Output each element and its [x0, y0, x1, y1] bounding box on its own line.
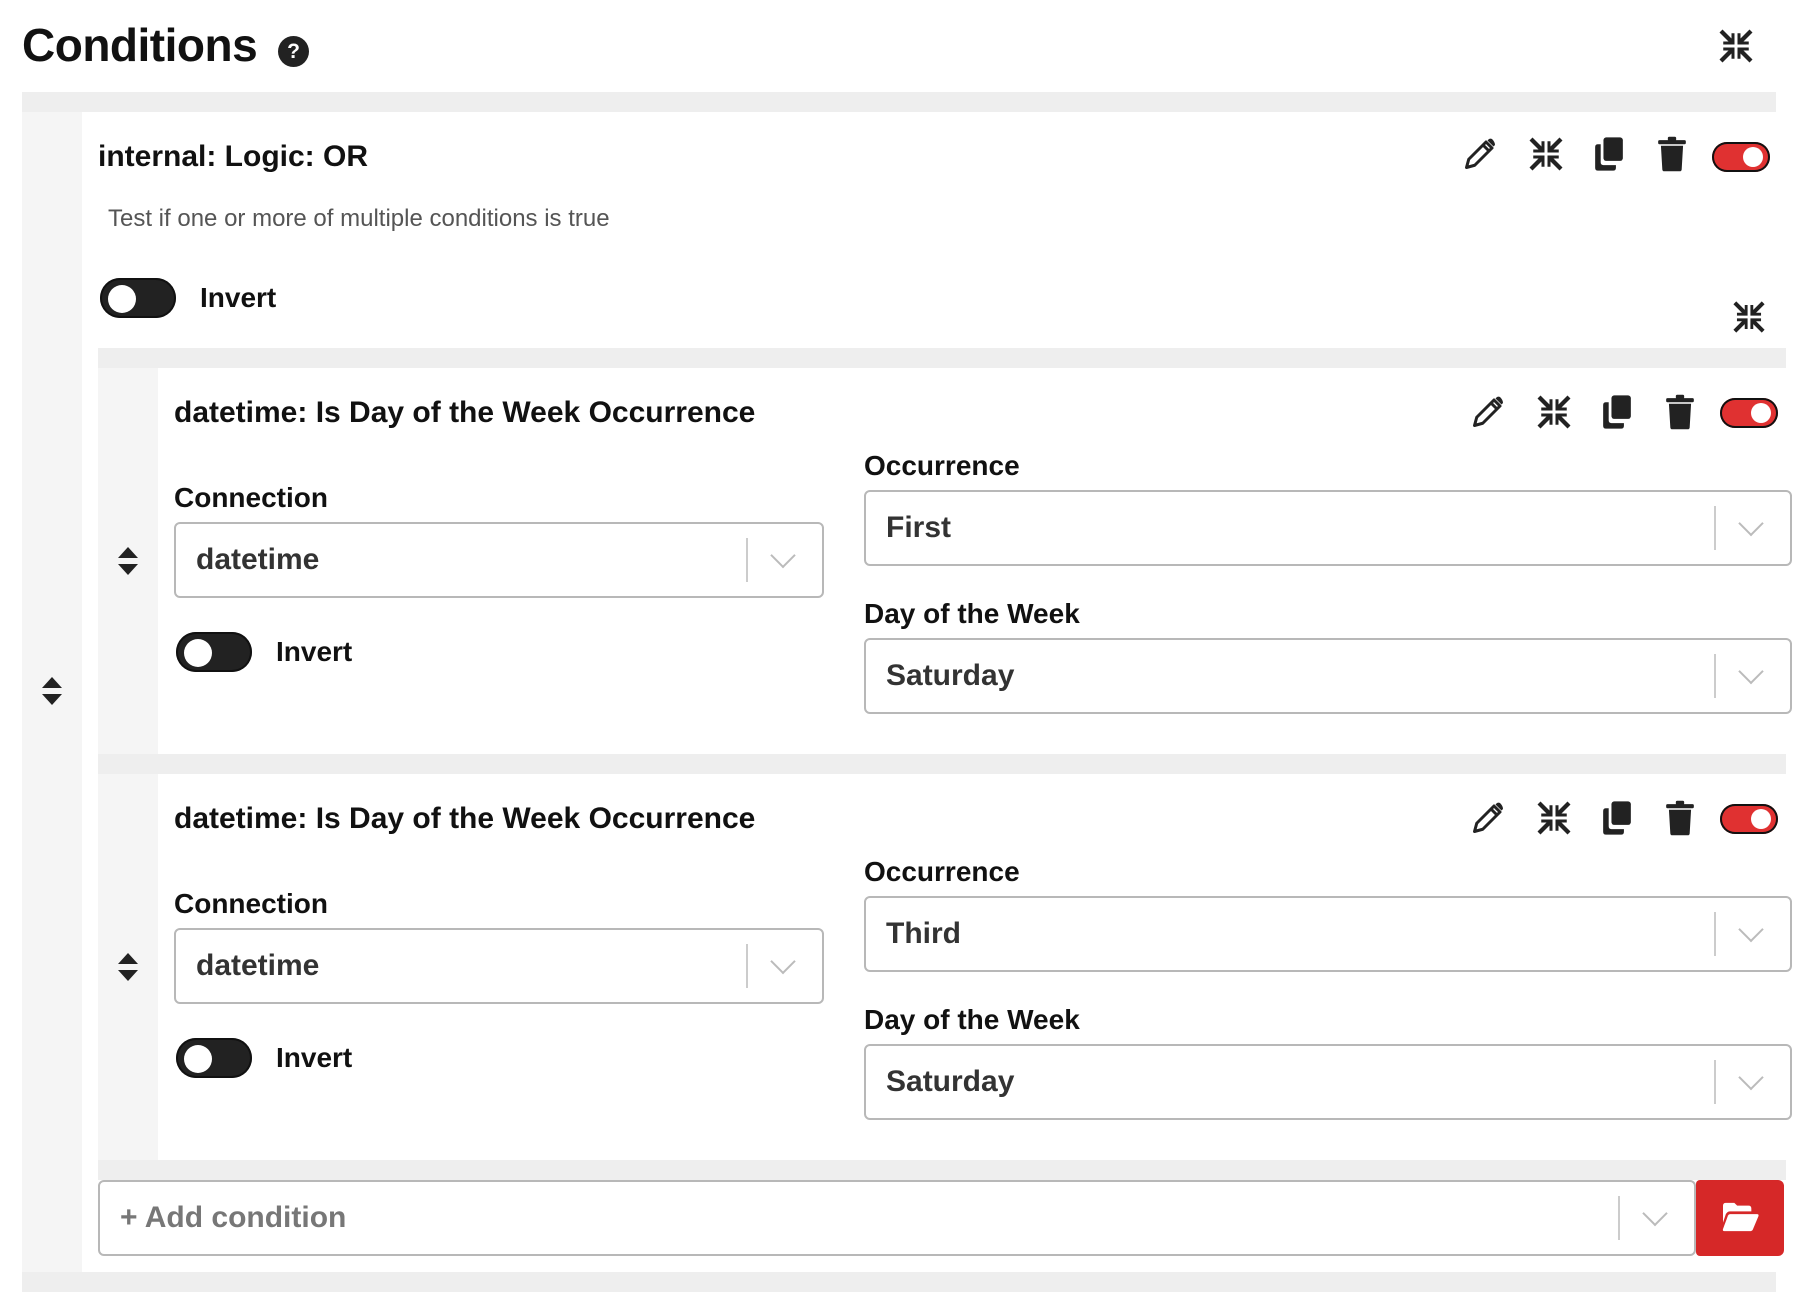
connection-label: Connection	[174, 888, 328, 919]
help-icon[interactable]: ?	[278, 36, 309, 67]
drag-handle-icon[interactable]	[116, 546, 140, 576]
chevron-down-icon[interactable]	[1738, 658, 1764, 685]
logic-invert-toggle[interactable]	[100, 278, 176, 318]
day-of-week-value: Saturday	[886, 659, 1015, 692]
select-separator	[1714, 654, 1716, 698]
add-condition-placeholder: + Add condition	[120, 1201, 347, 1234]
collapse-icon[interactable]	[1536, 394, 1572, 430]
select-separator	[1714, 1060, 1716, 1104]
day-of-week-select[interactable]: Saturday	[864, 1044, 1792, 1120]
condition-invert-label: Invert	[276, 1042, 353, 1073]
collapse-icon[interactable]	[1528, 136, 1564, 172]
add-condition-select[interactable]: + Add condition	[98, 1180, 1696, 1256]
load-condition-button[interactable]	[1696, 1180, 1784, 1256]
folder-open-icon	[1722, 1202, 1759, 1232]
chevron-down-icon[interactable]	[1738, 916, 1764, 943]
condition-separator	[98, 754, 1786, 774]
condition-invert-toggle[interactable]	[176, 1038, 252, 1078]
outer-panel-top	[22, 92, 1776, 112]
occurrence-value: First	[886, 511, 952, 544]
logic-invert-label: Invert	[200, 282, 277, 313]
select-separator	[746, 944, 748, 988]
page-title: Conditions	[22, 19, 258, 71]
outer-panel-bottom	[22, 1272, 1776, 1292]
day-of-week-select[interactable]: Saturday	[864, 638, 1792, 714]
occurrence-select[interactable]: First	[864, 490, 1792, 566]
condition-enabled-toggle[interactable]	[1720, 804, 1778, 834]
occurrence-label: Occurrence	[864, 450, 1020, 481]
connection-value: datetime	[196, 543, 320, 576]
chevron-down-icon[interactable]	[770, 542, 796, 569]
collapse-icon[interactable]	[1536, 800, 1572, 836]
connection-value: datetime	[196, 949, 320, 982]
logic-title: internal: Logic: OR	[98, 140, 368, 173]
day-of-week-label: Day of the Week	[864, 598, 1080, 629]
chevron-down-icon[interactable]	[770, 948, 796, 975]
copy-icon[interactable]	[1600, 394, 1634, 430]
select-separator	[1714, 912, 1716, 956]
edit-icon[interactable]	[1470, 394, 1506, 430]
drag-handle-icon[interactable]	[116, 952, 140, 982]
condition-invert-toggle[interactable]	[176, 632, 252, 672]
select-separator	[746, 538, 748, 582]
select-separator	[1714, 506, 1716, 550]
condition-enabled-toggle[interactable]	[1720, 398, 1778, 428]
logic-enabled-toggle[interactable]	[1712, 142, 1770, 172]
chevron-down-icon[interactable]	[1738, 1064, 1764, 1091]
connection-select[interactable]: datetime	[174, 522, 824, 598]
condition-title: datetime: Is Day of the Week Occurrence	[174, 802, 756, 835]
condition-invert-label: Invert	[276, 636, 353, 667]
day-of-week-value: Saturday	[886, 1065, 1015, 1098]
edit-icon[interactable]	[1470, 800, 1506, 836]
select-separator	[1618, 1196, 1620, 1240]
occurrence-label: Occurrence	[864, 856, 1020, 887]
condition-title: datetime: Is Day of the Week Occurrence	[174, 396, 756, 429]
copy-icon[interactable]	[1600, 800, 1634, 836]
drag-handle-icon[interactable]	[40, 676, 64, 706]
chevron-down-icon[interactable]	[1642, 1200, 1668, 1227]
collapse-icon[interactable]	[1718, 28, 1754, 64]
trash-icon[interactable]	[1664, 394, 1696, 430]
trash-icon[interactable]	[1664, 800, 1696, 836]
copy-icon[interactable]	[1592, 136, 1626, 172]
connection-select[interactable]: datetime	[174, 928, 824, 1004]
occurrence-select[interactable]: Third	[864, 896, 1792, 972]
occurrence-value: Third	[886, 917, 961, 950]
condition-separator	[98, 348, 1786, 368]
condition-separator	[98, 1160, 1786, 1180]
collapse-icon[interactable]	[1732, 300, 1766, 334]
connection-label: Connection	[174, 482, 328, 513]
edit-icon[interactable]	[1462, 136, 1498, 172]
day-of-week-label: Day of the Week	[864, 1004, 1080, 1035]
trash-icon[interactable]	[1656, 136, 1688, 172]
chevron-down-icon[interactable]	[1738, 510, 1764, 537]
logic-description: Test if one or more of multiple conditio…	[108, 205, 610, 232]
